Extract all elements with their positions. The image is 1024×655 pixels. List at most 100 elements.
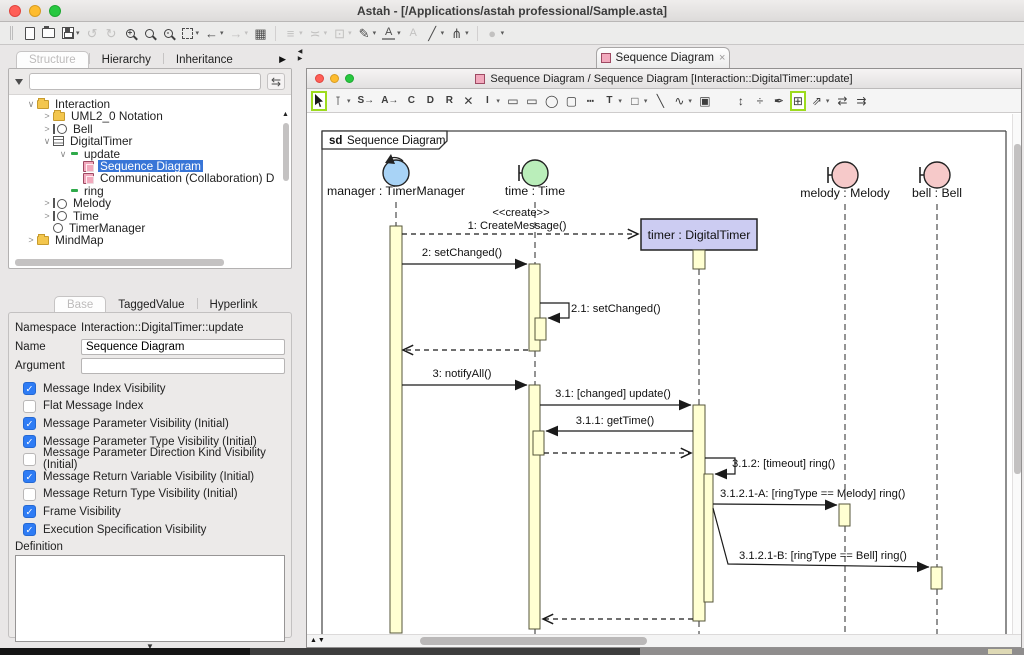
align-button[interactable]: ≡	[284, 25, 297, 42]
diagram-tab-label[interactable]: Sequence Diagram	[616, 52, 714, 64]
tree-row[interactable]: > UML2_0 Notation	[9, 110, 291, 122]
tree-row[interactable]: ∨ DigitalTimer	[9, 135, 291, 147]
expander-open-icon[interactable]: ∨	[57, 148, 69, 160]
reply-message-tool[interactable]: R	[443, 93, 455, 109]
tab-inheritance[interactable]: Inheritance	[164, 52, 245, 68]
close-window-button[interactable]	[9, 5, 21, 17]
text-tool-caret[interactable]: ▾	[618, 97, 622, 105]
tree-row[interactable]: ring	[9, 185, 291, 197]
expander-closed-icon[interactable]: >	[41, 197, 53, 209]
message-2-1-setChanged-self[interactable]	[540, 303, 569, 318]
grid-plus-tool[interactable]: ⊞	[792, 93, 804, 109]
expander-closed-icon[interactable]: >	[25, 234, 37, 246]
checkbox-row[interactable]: Message Parameter Direction Kind Visibil…	[15, 450, 285, 468]
scroll-up-icon[interactable]: ▲	[282, 111, 289, 118]
new-document-button[interactable]	[23, 25, 36, 42]
activation-time-2[interactable]	[529, 385, 540, 629]
lifeline-timer[interactable]: timer : DigitalTimer	[641, 219, 757, 250]
font-color-button[interactable]: A	[382, 26, 395, 40]
checkbox-unchecked[interactable]	[23, 400, 36, 413]
pen-style-button[interactable]: ✎	[358, 25, 371, 42]
text-tool[interactable]: T	[603, 93, 615, 109]
pen-style-caret[interactable]: ▾	[373, 29, 377, 37]
minimize-diagram-button[interactable]	[330, 74, 339, 83]
horizontal-span-tool[interactable]: ⇄	[836, 93, 848, 109]
message-label[interactable]: 3: notifyAll()	[432, 368, 491, 380]
message-3-1-2-ring-self[interactable]	[705, 458, 735, 474]
checkbox-unchecked[interactable]	[23, 488, 36, 501]
more-tabs-button[interactable]: ▶	[279, 54, 286, 68]
splitter-buttons[interactable]: ◀ ▶	[295, 49, 305, 63]
checkbox-row[interactable]: Message Return Type Visibility (Initial)	[15, 486, 285, 504]
checkbox-row[interactable]: ✓ Message Parameter Visibility (Initial)	[15, 415, 285, 433]
curve-tool-caret[interactable]: ▾	[688, 97, 692, 105]
checkbox-row[interactable]: ✓ Frame Visibility	[15, 503, 285, 521]
checkbox-row[interactable]: ✓ Message Index Visibility	[15, 380, 285, 398]
font-color-caret[interactable]: ▾	[397, 29, 401, 37]
splitter-expand-right-icon[interactable]: ▶	[295, 56, 305, 63]
checkbox-row[interactable]: Flat Message Index	[15, 398, 285, 416]
tree-vertical-scrollbar[interactable]: ▲	[282, 101, 290, 256]
expander-open-icon[interactable]: ∨	[25, 98, 37, 110]
pin-tool[interactable]: ✒	[773, 93, 785, 109]
activation-timer-create[interactable]	[693, 250, 705, 269]
tab-hyperlink[interactable]: Hyperlink	[198, 297, 270, 313]
activation-manager[interactable]	[390, 226, 402, 633]
rect-tool-caret[interactable]: ▾	[644, 97, 648, 105]
combined-fragment-tool[interactable]: ▭	[507, 93, 519, 109]
zoom-in-button[interactable]: +	[124, 25, 137, 42]
checkbox-checked[interactable]: ✓	[23, 505, 36, 518]
interaction-use-tool[interactable]: ▭	[526, 93, 538, 109]
navigate-forward-button[interactable]: →	[230, 25, 243, 42]
lifeline-tool-caret[interactable]: ▾	[347, 97, 351, 105]
expander-closed-icon[interactable]: >	[41, 210, 53, 222]
diagram-overview-button[interactable]: ▦	[254, 25, 267, 42]
tab-tagged-value[interactable]: TaggedValue	[106, 297, 196, 313]
image-tool[interactable]: ▣	[699, 93, 711, 109]
distribute-tool[interactable]: ÷	[754, 93, 766, 109]
tab-hierarchy[interactable]: Hierarchy	[90, 52, 163, 68]
diagram-tab[interactable]: Sequence Diagram ×	[596, 47, 730, 68]
message-label[interactable]: 2.1: setChanged()	[571, 303, 661, 315]
group-caret[interactable]: ▾	[348, 29, 352, 37]
tree-row[interactable]: > MindMap	[9, 234, 291, 246]
connector-tool[interactable]: ⇗	[811, 93, 823, 109]
zoom-diagram-button[interactable]	[345, 74, 354, 83]
minimize-window-button[interactable]	[29, 5, 41, 17]
async-message-tool[interactable]: A→	[381, 93, 398, 109]
stop-tool[interactable]: ✕	[462, 93, 474, 109]
message-label[interactable]: 3.1.2.1-A: [ringType == Melody] ring()	[720, 488, 906, 500]
fit-view-caret[interactable]: ▾	[196, 29, 200, 37]
dashed-line-tool[interactable]: ┅	[584, 93, 596, 109]
message-3-1-2-1-A-ring[interactable]	[713, 504, 837, 505]
tree-row[interactable]: Communication (Collaboration) D	[9, 172, 291, 184]
sort-toggle-icon[interactable]: ⇆	[267, 73, 285, 90]
destroy-message-tool[interactable]: D	[424, 93, 436, 109]
checkbox-checked[interactable]: ✓	[23, 417, 36, 430]
select-tool[interactable]	[313, 93, 325, 109]
horizontal-move-tool[interactable]: ⇉	[855, 93, 867, 109]
message-label[interactable]: 3.1.2: [timeout] ring()	[732, 458, 835, 470]
activations[interactable]	[390, 226, 942, 633]
open-button[interactable]	[42, 25, 55, 42]
hierarchy-tool-button[interactable]: ⋔	[450, 25, 463, 42]
lifeline-time[interactable]: time : Time	[505, 160, 565, 198]
activation-timer[interactable]	[693, 405, 705, 621]
navigate-back-button[interactable]: ←	[205, 25, 218, 42]
rect-tool[interactable]: □	[629, 93, 641, 109]
undo-button[interactable]: ↺	[86, 25, 99, 42]
scroll-up-down-icons[interactable]: ▲▼	[310, 637, 326, 644]
checkbox-row[interactable]: ✓ Message Return Variable Visibility (In…	[15, 468, 285, 486]
checkbox-row[interactable]: ✓ Execution Specification Visibility	[15, 521, 285, 539]
lifeline-tool[interactable]: ⊺	[332, 93, 344, 109]
message-label[interactable]: 2: setChanged()	[422, 247, 502, 259]
activation-time-1-nested[interactable]	[535, 318, 546, 340]
create-message-tool[interactable]: C	[405, 93, 417, 109]
save-menu-caret[interactable]: ▾	[76, 29, 80, 37]
zoom-window-button[interactable]	[49, 5, 61, 17]
checkbox-checked[interactable]: ✓	[23, 382, 36, 395]
line-tool[interactable]: ╲	[654, 93, 666, 109]
diagram-canvas[interactable]: sd Sequence Diagram manager : TimerM	[307, 114, 1013, 635]
zoom-normal-button[interactable]	[143, 25, 156, 42]
name-field[interactable]	[81, 339, 285, 355]
